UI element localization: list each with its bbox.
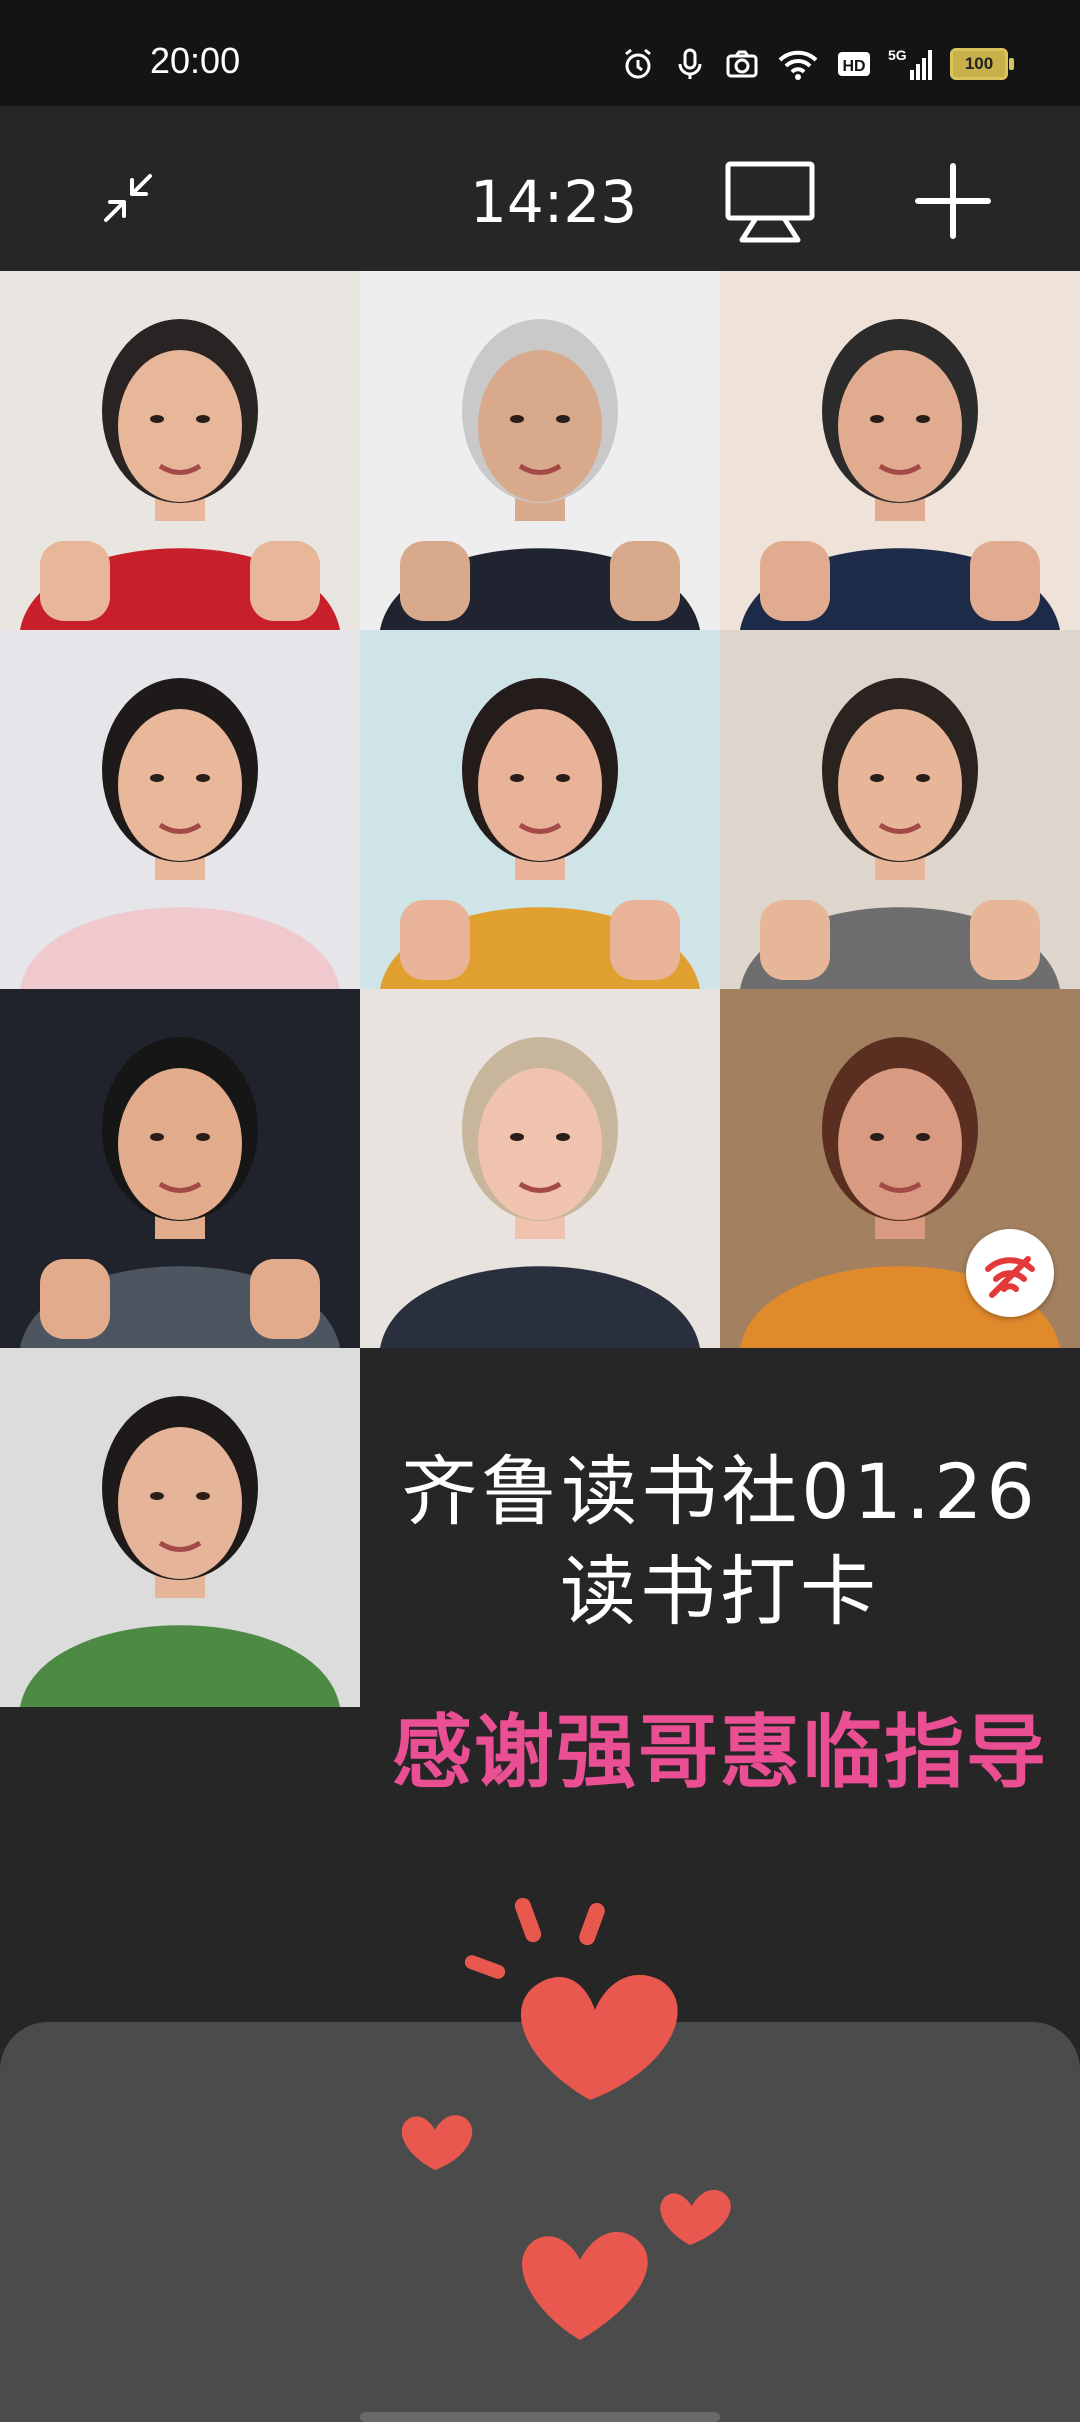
- participant-video-tile[interactable]: [0, 630, 360, 989]
- signal-5g-icon: 5G: [888, 47, 932, 80]
- participant-avatar-icon: [360, 271, 720, 630]
- participant-video-tile[interactable]: [360, 989, 720, 1348]
- screen-share-icon: [725, 161, 815, 243]
- wifi-icon: [778, 50, 818, 80]
- weak-signal-icon: [985, 1256, 1035, 1298]
- participant-video-tile[interactable]: [360, 630, 720, 989]
- participant-video-tile[interactable]: [360, 271, 720, 630]
- participant-avatar-icon: [360, 989, 720, 1348]
- bottom-sheet[interactable]: [0, 2022, 1080, 2422]
- add-participant-button[interactable]: [914, 162, 992, 244]
- collapse-arrows-icon: [104, 174, 152, 222]
- svg-text:5G: 5G: [888, 47, 907, 63]
- plus-icon: [915, 163, 991, 239]
- participant-video-tile[interactable]: [0, 1348, 360, 1707]
- alarm-icon: [625, 48, 651, 79]
- home-indicator[interactable]: [360, 2412, 720, 2422]
- minimize-button[interactable]: [100, 170, 156, 230]
- svg-text:HD: HD: [842, 58, 865, 75]
- mic-icon: [678, 48, 702, 79]
- call-duration: 14:23: [470, 168, 638, 236]
- banner-title: 齐鲁读书社01.26: [401, 1447, 1039, 1536]
- participant-avatar-icon: [720, 630, 1080, 989]
- battery-indicator: 100: [950, 48, 1014, 80]
- participant-video-tile[interactable]: [720, 630, 1080, 989]
- banner-thanks: 感谢强哥惠临指导: [392, 1706, 1048, 1799]
- participant-avatar-icon: [360, 630, 720, 989]
- participant-avatar-icon: [0, 989, 360, 1348]
- participant-avatar-icon: [0, 271, 360, 630]
- participant-video-tile[interactable]: [0, 271, 360, 630]
- participant-video-tile[interactable]: [0, 989, 360, 1348]
- participant-avatar-icon: [0, 1348, 360, 1707]
- participant-avatar-icon: [720, 271, 1080, 630]
- screen-share-button[interactable]: [724, 160, 816, 248]
- participant-video-tile[interactable]: [720, 989, 1080, 1348]
- weak-signal-badge: [966, 1229, 1054, 1317]
- status-icons: HD 5G 100: [620, 46, 1014, 82]
- hd-icon: HD: [838, 52, 870, 76]
- camera-icon: [726, 50, 758, 78]
- sparkle-lines: [464, 1897, 605, 1979]
- banner-subtitle: 读书打卡: [560, 1547, 880, 1636]
- participant-video-tile[interactable]: [720, 271, 1080, 630]
- participant-avatar-icon: [0, 630, 360, 989]
- status-bar: 20:00 HD 5G 100: [0, 0, 1080, 106]
- status-time: 20:00: [150, 40, 241, 81]
